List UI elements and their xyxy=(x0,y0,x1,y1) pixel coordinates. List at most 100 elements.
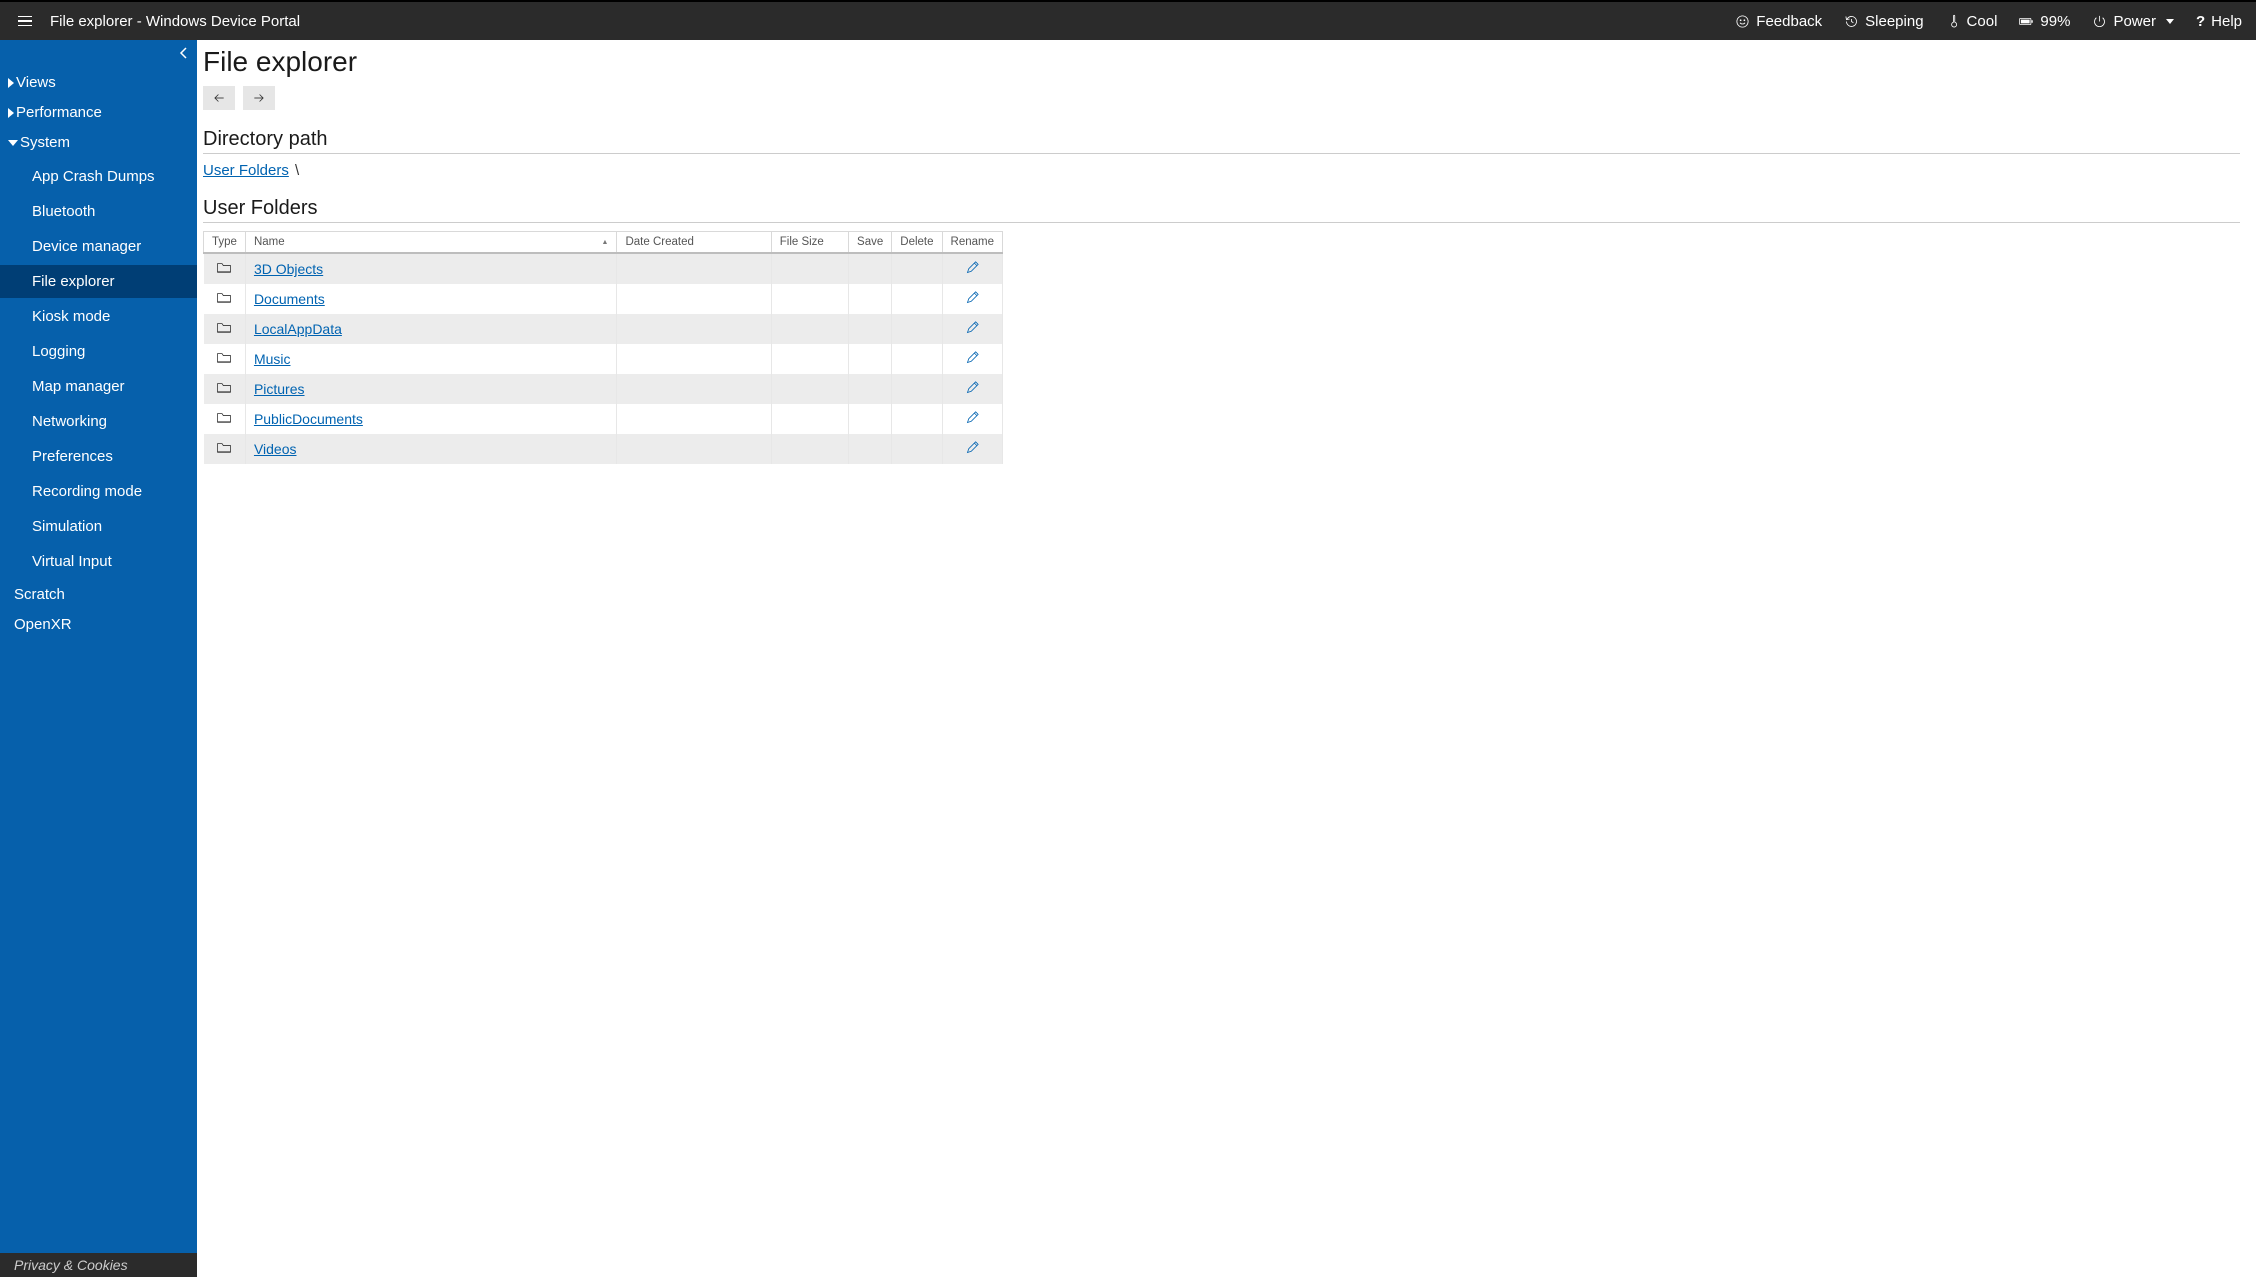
folder-link[interactable]: Pictures xyxy=(254,381,305,397)
history-icon xyxy=(1844,14,1859,29)
column-date[interactable]: Date Created xyxy=(617,232,771,254)
privacy-cookies-link[interactable]: Privacy & Cookies xyxy=(0,1253,197,1277)
arrow-left-icon xyxy=(212,91,226,105)
sidebar-label: OpenXR xyxy=(14,616,72,633)
feedback-button[interactable]: Feedback xyxy=(1735,13,1822,30)
sidebar-subitem-label: Map manager xyxy=(32,378,125,395)
table-row: 3D Objects xyxy=(204,253,1003,284)
sidebar-label: System xyxy=(20,134,70,151)
sidebar-subitem-bluetooth[interactable]: Bluetooth xyxy=(0,195,197,228)
rename-button[interactable] xyxy=(965,263,980,278)
folder-icon xyxy=(216,262,232,277)
temperature-indicator[interactable]: Cool xyxy=(1946,13,1998,30)
cool-label: Cool xyxy=(1967,13,1998,30)
folder-link[interactable]: Documents xyxy=(254,291,325,307)
chevron-down-icon xyxy=(2166,19,2174,24)
sidebar-subitem-label: Bluetooth xyxy=(32,203,95,220)
sidebar-subitem-label: App Crash Dumps xyxy=(32,168,155,185)
folder-link[interactable]: Music xyxy=(254,351,291,367)
column-save[interactable]: Save xyxy=(849,232,892,254)
sidebar-item-scratch[interactable]: Scratch xyxy=(0,580,197,610)
caret-down-icon xyxy=(8,140,18,146)
sidebar-item-views[interactable]: Views xyxy=(0,68,197,98)
folder-link[interactable]: LocalAppData xyxy=(254,321,342,337)
help-label: Help xyxy=(2211,13,2242,30)
breadcrumb-root-link[interactable]: User Folders xyxy=(203,162,289,179)
rename-button[interactable] xyxy=(965,443,980,458)
sidebar-subitem-logging[interactable]: Logging xyxy=(0,335,197,368)
folder-icon xyxy=(216,292,232,307)
sidebar-subitem-virtual-input[interactable]: Virtual Input xyxy=(0,545,197,578)
page-title: File explorer xyxy=(203,46,2240,78)
sidebar-subitem-label: Device manager xyxy=(32,238,141,255)
sidebar-subitem-recording-mode[interactable]: Recording mode xyxy=(0,475,197,508)
rename-button[interactable] xyxy=(965,413,980,428)
sidebar-subitem-label: Simulation xyxy=(32,518,102,535)
sidebar-item-openxr[interactable]: OpenXR xyxy=(0,610,197,640)
help-button[interactable]: ? Help xyxy=(2196,13,2242,30)
table-row: Documents xyxy=(204,284,1003,314)
sleeping-indicator[interactable]: Sleeping xyxy=(1844,13,1923,30)
column-size[interactable]: File Size xyxy=(771,232,848,254)
sidebar-label: Performance xyxy=(16,104,102,121)
section-heading: User Folders xyxy=(203,197,2240,220)
folder-link[interactable]: Videos xyxy=(254,441,297,457)
battery-indicator[interactable]: 99% xyxy=(2019,13,2070,30)
folder-link[interactable]: 3D Objects xyxy=(254,261,323,277)
sidebar-label: Views xyxy=(16,74,56,91)
breadcrumb-separator: \ xyxy=(295,162,299,179)
rename-button[interactable] xyxy=(965,383,980,398)
sidebar: Views Performance System App Crash Dumps… xyxy=(0,40,197,1277)
feedback-label: Feedback xyxy=(1756,13,1822,30)
sidebar-subitem-label: Virtual Input xyxy=(32,553,112,570)
caret-right-icon xyxy=(8,108,14,118)
folder-icon xyxy=(216,352,232,367)
sidebar-label: Scratch xyxy=(14,586,65,603)
sidebar-subitem-networking[interactable]: Networking xyxy=(0,405,197,438)
folder-icon xyxy=(216,322,232,337)
column-name[interactable]: Name xyxy=(245,232,617,254)
column-type[interactable]: Type xyxy=(204,232,246,254)
sidebar-subitem-simulation[interactable]: Simulation xyxy=(0,510,197,543)
collapse-sidebar-button[interactable] xyxy=(179,46,189,62)
sidebar-subitem-preferences[interactable]: Preferences xyxy=(0,440,197,473)
sidebar-subitem-device-manager[interactable]: Device manager xyxy=(0,230,197,263)
top-bar: File explorer - Windows Device Portal Fe… xyxy=(0,2,2256,40)
question-icon: ? xyxy=(2196,13,2205,30)
sidebar-subitem-app-crash-dumps[interactable]: App Crash Dumps xyxy=(0,160,197,193)
sidebar-subitem-map-manager[interactable]: Map manager xyxy=(0,370,197,403)
forward-button[interactable] xyxy=(243,86,275,110)
rename-button[interactable] xyxy=(965,323,980,338)
smile-icon xyxy=(1735,14,1750,29)
table-row: Pictures xyxy=(204,374,1003,404)
directory-path-heading: Directory path xyxy=(203,128,2240,151)
thermometer-icon xyxy=(1946,14,1961,29)
sidebar-subitem-label: Preferences xyxy=(32,448,113,465)
column-delete[interactable]: Delete xyxy=(892,232,942,254)
rename-button[interactable] xyxy=(965,293,980,308)
table-row: Videos xyxy=(204,434,1003,464)
sidebar-subitem-label: Kiosk mode xyxy=(32,308,110,325)
sidebar-item-performance[interactable]: Performance xyxy=(0,98,197,128)
chevron-left-icon xyxy=(179,47,189,59)
table-row: Music xyxy=(204,344,1003,374)
folder-link[interactable]: PublicDocuments xyxy=(254,411,363,427)
column-rename[interactable]: Rename xyxy=(942,232,1002,254)
sidebar-subitem-kiosk-mode[interactable]: Kiosk mode xyxy=(0,300,197,333)
sidebar-item-system[interactable]: System xyxy=(0,128,197,158)
rename-button[interactable] xyxy=(965,353,980,368)
hamburger-menu-icon[interactable] xyxy=(14,12,36,31)
battery-label: 99% xyxy=(2040,13,2070,30)
back-button[interactable] xyxy=(203,86,235,110)
battery-icon xyxy=(2019,14,2034,29)
power-icon xyxy=(2092,14,2107,29)
table-row: PublicDocuments xyxy=(204,404,1003,434)
main-content: File explorer Directory path User Folder… xyxy=(197,40,2256,1277)
sidebar-subitem-file-explorer[interactable]: File explorer xyxy=(0,265,197,298)
file-table: Type Name Date Created File Size Save De… xyxy=(203,231,1003,464)
power-menu[interactable]: Power xyxy=(2092,13,2174,30)
caret-right-icon xyxy=(8,78,14,88)
sidebar-subitem-label: File explorer xyxy=(32,273,115,290)
table-row: LocalAppData xyxy=(204,314,1003,344)
folder-icon xyxy=(216,412,232,427)
